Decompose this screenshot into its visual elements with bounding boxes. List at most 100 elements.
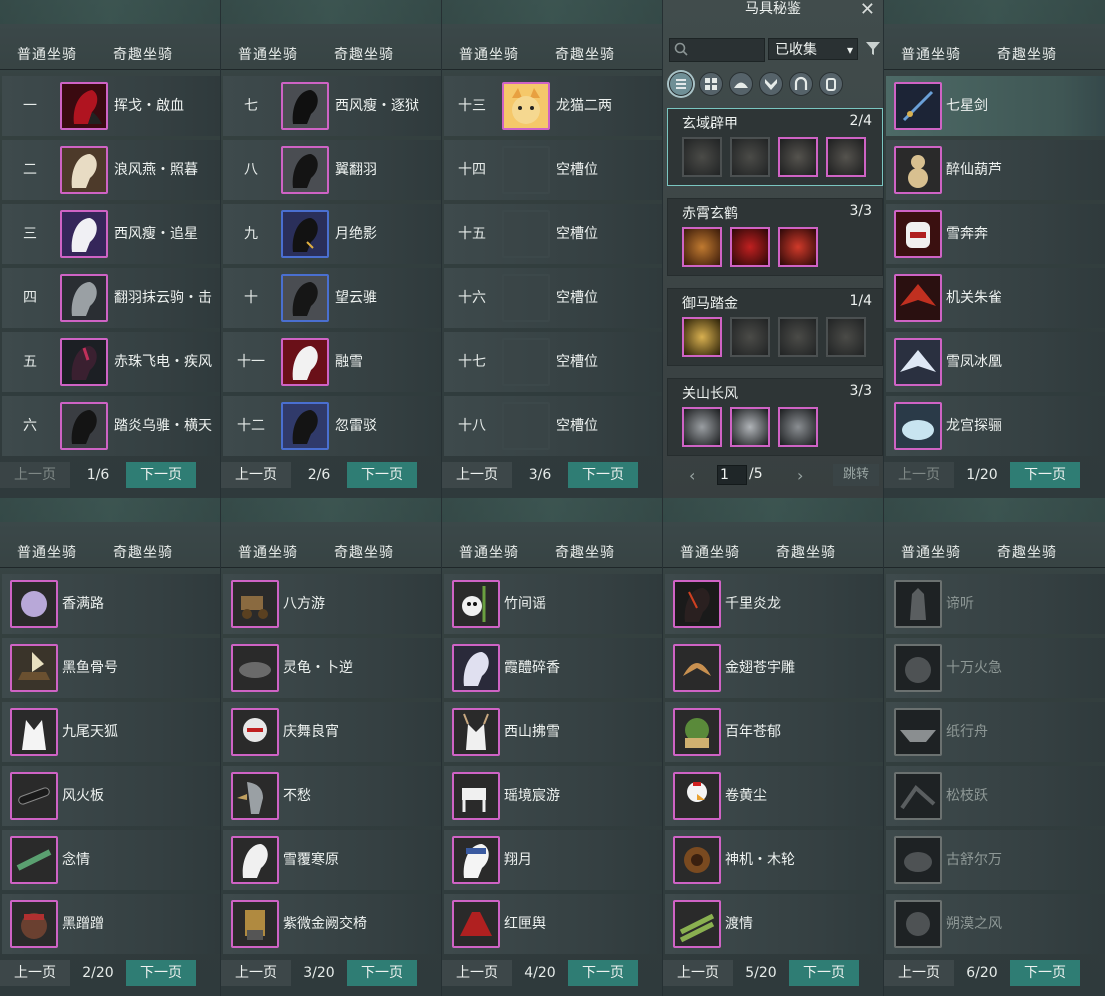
equipment-set-card[interactable]: 御马踏金 1/4 xyxy=(667,288,883,366)
tab-special-mount[interactable]: 奇趣坐骑 xyxy=(334,44,394,64)
list-item[interactable]: 十四 空槽位 xyxy=(444,140,662,200)
next-page-button[interactable]: 下一页 xyxy=(1010,462,1080,488)
list-item[interactable]: 紫微金阙交椅 xyxy=(223,894,441,954)
list-item[interactable]: 灵龟・卜逆 xyxy=(223,638,441,698)
list-item[interactable]: 朔漠之风 xyxy=(886,894,1105,954)
list-item[interactable]: 雪奔奔 xyxy=(886,204,1105,264)
list-item[interactable]: 九尾天狐 xyxy=(2,702,220,762)
next-page-button[interactable]: 下一页 xyxy=(568,960,638,986)
equipment-set-card[interactable]: 玄域辟甲 2/4 xyxy=(667,108,883,186)
list-item[interactable]: 十三 龙猫二两 xyxy=(444,76,662,136)
tab-special-mount[interactable]: 奇趣坐骑 xyxy=(997,542,1057,562)
tab-special-mount[interactable]: 奇趣坐骑 xyxy=(113,542,173,562)
list-item[interactable]: 香满路 xyxy=(2,574,220,634)
equipment-piece[interactable] xyxy=(778,407,818,447)
equipment-piece[interactable] xyxy=(730,317,770,357)
list-item[interactable]: 渡情 xyxy=(665,894,883,954)
tab-special-mount[interactable]: 奇趣坐骑 xyxy=(997,44,1057,64)
list-item[interactable]: 翔月 xyxy=(444,830,662,890)
list-item[interactable]: 二 浪风燕・照暮 xyxy=(2,140,220,200)
tab-special-mount[interactable]: 奇趣坐骑 xyxy=(113,44,173,64)
list-item[interactable]: 七 西风瘦・逐狱 xyxy=(223,76,441,136)
equipment-piece[interactable] xyxy=(826,317,866,357)
list-item[interactable]: 念情 xyxy=(2,830,220,890)
list-item[interactable]: 黑鱼骨号 xyxy=(2,638,220,698)
tab-normal-mount[interactable]: 普通坐骑 xyxy=(680,542,740,562)
next-page-button[interactable]: 下一页 xyxy=(126,462,196,488)
equipment-piece[interactable] xyxy=(682,227,722,267)
list-item[interactable]: 纸行舟 xyxy=(886,702,1105,762)
tab-normal-mount[interactable]: 普通坐骑 xyxy=(238,44,298,64)
equipment-piece[interactable] xyxy=(826,137,866,177)
equipment-piece[interactable] xyxy=(730,407,770,447)
tab-normal-mount[interactable]: 普通坐骑 xyxy=(459,44,519,64)
list-item[interactable]: 卷黄尘 xyxy=(665,766,883,826)
tab-special-mount[interactable]: 奇趣坐骑 xyxy=(555,542,615,562)
list-item[interactable]: 机关朱雀 xyxy=(886,268,1105,328)
list-item[interactable]: 七星剑 xyxy=(886,76,1105,136)
list-item[interactable]: 六 踏炎乌骓・横天 xyxy=(2,396,220,456)
list-item[interactable]: 一 挥戈・啟血 xyxy=(2,76,220,136)
equipment-piece[interactable] xyxy=(682,317,722,357)
arrow-right-icon[interactable]: › xyxy=(797,466,803,485)
equipment-set-card[interactable]: 关山长风 3/3 xyxy=(667,378,883,456)
list-item[interactable]: 风火板 xyxy=(2,766,220,826)
equipment-piece[interactable] xyxy=(682,407,722,447)
equipment-piece[interactable] xyxy=(778,137,818,177)
list-item[interactable]: 十五 空槽位 xyxy=(444,204,662,264)
search-input[interactable] xyxy=(669,38,765,62)
horseshoe-icon[interactable] xyxy=(789,72,813,96)
list-item[interactable]: 红匣舆 xyxy=(444,894,662,954)
tab-normal-mount[interactable]: 普通坐骑 xyxy=(901,542,961,562)
prev-page-button[interactable]: 上一页 xyxy=(0,462,70,488)
tab-normal-mount[interactable]: 普通坐骑 xyxy=(459,542,519,562)
saddle-icon[interactable] xyxy=(729,72,753,96)
list-item[interactable]: 十万火急 xyxy=(886,638,1105,698)
list-item[interactable]: 四 翻羽抹云驹・击 xyxy=(2,268,220,328)
equipment-piece[interactable] xyxy=(682,137,722,177)
list-item[interactable]: 三 西风瘦・追星 xyxy=(2,204,220,264)
jump-button[interactable]: 跳转 xyxy=(833,464,879,486)
next-page-button[interactable]: 下一页 xyxy=(1010,960,1080,986)
list-item[interactable]: 十八 空槽位 xyxy=(444,396,662,456)
next-page-button[interactable]: 下一页 xyxy=(347,960,417,986)
list-item[interactable]: 松枝跃 xyxy=(886,766,1105,826)
list-item[interactable]: 十七 空槽位 xyxy=(444,332,662,392)
list-item[interactable]: 古舒尔万 xyxy=(886,830,1105,890)
tab-normal-mount[interactable]: 普通坐骑 xyxy=(17,44,77,64)
list-item[interactable]: 十二 忽雷驳 xyxy=(223,396,441,456)
list-item[interactable]: 不愁 xyxy=(223,766,441,826)
list-item[interactable]: 庆舞良宵 xyxy=(223,702,441,762)
next-page-button[interactable]: 下一页 xyxy=(568,462,638,488)
stirrup-icon[interactable] xyxy=(819,72,843,96)
equipment-piece[interactable] xyxy=(730,137,770,177)
list-item[interactable]: 霞醴碎香 xyxy=(444,638,662,698)
armor-icon[interactable] xyxy=(759,72,783,96)
list-item[interactable]: 九 月绝影 xyxy=(223,204,441,264)
list-item[interactable]: 西山拂雪 xyxy=(444,702,662,762)
prev-page-button[interactable]: 上一页 xyxy=(221,960,291,986)
list-item[interactable]: 神机・木轮 xyxy=(665,830,883,890)
list-item[interactable]: 八方游 xyxy=(223,574,441,634)
list-item[interactable]: 龙宫探骊 xyxy=(886,396,1105,456)
list-item[interactable]: 十 望云骓 xyxy=(223,268,441,328)
equipment-set-card[interactable]: 赤霄玄鹤 3/3 xyxy=(667,198,883,276)
tab-normal-mount[interactable]: 普通坐骑 xyxy=(17,542,77,562)
equipment-piece[interactable] xyxy=(730,227,770,267)
next-page-button[interactable]: 下一页 xyxy=(347,462,417,488)
list-view-icon[interactable] xyxy=(669,72,693,96)
tab-special-mount[interactable]: 奇趣坐骑 xyxy=(776,542,836,562)
equipment-piece[interactable] xyxy=(778,317,818,357)
prev-page-button[interactable]: 上一页 xyxy=(0,960,70,986)
next-page-button[interactable]: 下一页 xyxy=(126,960,196,986)
list-item[interactable]: 黑蹭蹭 xyxy=(2,894,220,954)
prev-page-button[interactable]: 上一页 xyxy=(884,960,954,986)
prev-page-button[interactable]: 上一页 xyxy=(663,960,733,986)
tab-normal-mount[interactable]: 普通坐骑 xyxy=(238,542,298,562)
funnel-icon[interactable] xyxy=(865,40,881,56)
list-item[interactable]: 雪凤冰凰 xyxy=(886,332,1105,392)
tab-special-mount[interactable]: 奇趣坐骑 xyxy=(555,44,615,64)
prev-page-button[interactable]: 上一页 xyxy=(221,462,291,488)
prev-page-button[interactable]: 上一页 xyxy=(884,462,954,488)
list-item[interactable]: 五 赤珠飞电・疾风 xyxy=(2,332,220,392)
